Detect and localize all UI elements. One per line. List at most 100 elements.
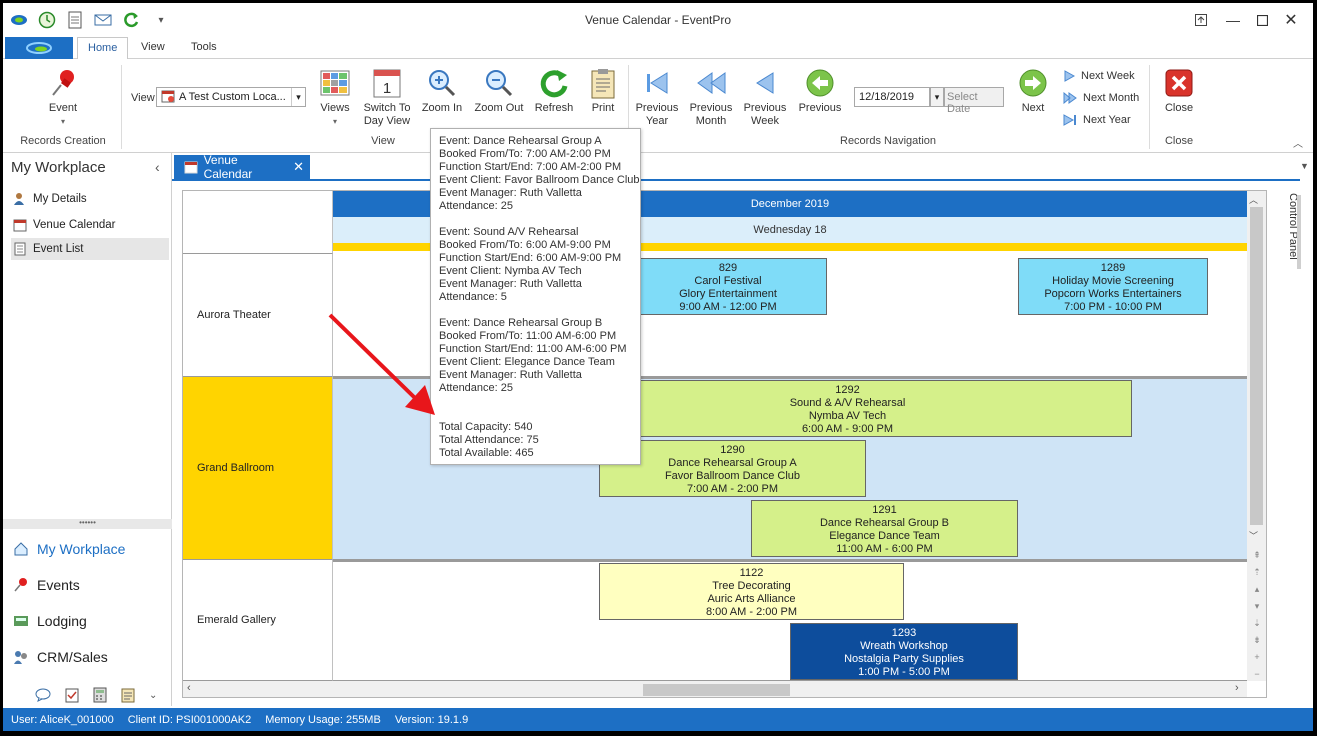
close-button[interactable]: Close <box>1159 67 1199 115</box>
event-time: 6:00 AM - 9:00 PM <box>801 423 894 435</box>
nav-label: Lodging <box>37 613 87 629</box>
event-name: Carol Festival <box>694 275 762 287</box>
app-window: ▾ Venue Calendar - EventPro — ✕ Home Vie… <box>3 3 1313 731</box>
event-block[interactable]: 1291 Dance Rehearsal Group B Elegance Da… <box>751 500 1018 557</box>
event-id: 829 <box>718 262 738 274</box>
date-input[interactable]: 12/18/2019 <box>854 87 930 107</box>
previous-label: Previous <box>798 102 842 114</box>
calculator-icon[interactable] <box>93 687 107 703</box>
calendar-tab-icon <box>184 161 198 174</box>
venue-calendar-grid: December 2019 Wednesday 18 Aurora Theate… <box>182 190 1267 698</box>
nav-my-workplace[interactable]: My Workplace <box>13 541 125 557</box>
nav-crm-sales[interactable]: CRM/Sales <box>13 649 108 665</box>
nav-lodging[interactable]: Lodging <box>13 613 87 629</box>
document-tab-venue-calendar[interactable]: Venue Calendar ✕ <box>174 153 310 181</box>
scroll-left-icon[interactable]: ‹ <box>187 682 191 694</box>
minimize-icon[interactable]: — <box>1219 9 1247 31</box>
file-menu-button[interactable] <box>5 37 73 59</box>
time-scale-controls[interactable]: ⇞ ⇡ ▴ ▾ ⇣ ⇟ + − <box>1251 547 1263 683</box>
back-triangle-icon <box>749 67 781 99</box>
scroll-up-icon[interactable]: ︿ <box>1249 193 1258 206</box>
more-chevron-icon[interactable]: ⌄ <box>149 690 157 701</box>
view-select-dropdown-icon[interactable]: ▾ <box>291 88 305 106</box>
venue-row-label: Aurora Theater <box>183 254 333 377</box>
event-block[interactable]: 1122 Tree Decorating Auric Arts Alliance… <box>599 563 904 620</box>
sidebar-bottom-icons: ⌄ <box>35 687 157 703</box>
next-week-button[interactable]: Next Week <box>1063 68 1135 84</box>
horizontal-scroll-thumb[interactable] <box>643 684 790 696</box>
sidebar-item-label: Venue Calendar <box>33 219 116 231</box>
notes-icon[interactable] <box>121 687 135 703</box>
switch-to-day-view-button[interactable]: 1 Switch To Day View <box>359 67 415 128</box>
view-select[interactable]: A Test Custom Loca... ▾ <box>156 87 306 107</box>
chat-bubble-icon[interactable] <box>35 688 51 702</box>
nav-events[interactable]: Events <box>13 577 80 593</box>
sidebar-item-venue-calendar[interactable]: Venue Calendar <box>11 214 169 236</box>
tab-home[interactable]: Home <box>77 37 129 60</box>
vertical-scroll-thumb[interactable] <box>1250 207 1263 525</box>
maximize-icon[interactable] <box>1248 9 1276 31</box>
refresh-button[interactable]: Refresh <box>531 67 577 115</box>
tab-list-dropdown-icon[interactable]: ▼ <box>1300 161 1309 171</box>
next-year-button[interactable]: Next Year <box>1063 112 1131 128</box>
scroll-right-icon[interactable]: › <box>1235 682 1239 694</box>
event-block[interactable]: 1293 Wreath Workshop Nostalgia Party Sup… <box>790 623 1018 680</box>
tooltip-line: Event Manager: Ruth Valletta <box>439 369 582 381</box>
control-panel-tab[interactable]: Control Panel <box>1277 193 1299 273</box>
previous-button[interactable]: Previous <box>797 67 843 115</box>
tooltip-line: Booked From/To: 11:00 AM-6:00 PM <box>439 330 617 342</box>
scroll-down-icon[interactable]: ﹀ <box>1249 529 1258 542</box>
event-block[interactable]: 829 Carol Festival Glory Entertainment 9… <box>629 258 827 315</box>
date-dropdown-icon[interactable]: ▾ <box>930 87 944 107</box>
next-month-button[interactable]: Next Month <box>1063 90 1139 106</box>
previous-week-button[interactable]: Previous Week <box>743 67 787 128</box>
zoom-out-button[interactable]: Zoom Out <box>471 67 527 115</box>
print-button[interactable]: Print <box>583 67 623 115</box>
tab-tools[interactable]: Tools <box>181 37 227 59</box>
next-button[interactable]: Next <box>1013 67 1053 115</box>
tab-view[interactable]: View <box>131 37 175 59</box>
event-client: Elegance Dance Team <box>829 530 940 542</box>
next-circle-icon <box>1017 67 1049 99</box>
crm-people-icon <box>14 651 27 664</box>
nav-label: CRM/Sales <box>37 649 108 665</box>
status-client: Client ID: PSI001000AK2 <box>127 713 252 726</box>
grid-views-icon <box>319 67 351 99</box>
event-button[interactable]: Event ▾ <box>43 67 83 128</box>
event-block[interactable]: 1289 Holiday Movie Screening Popcorn Wor… <box>1018 258 1208 315</box>
clipboard-check-icon[interactable] <box>65 687 79 703</box>
ribbon-tabs: Home View Tools <box>3 37 1313 60</box>
switch-label-2: Day View <box>363 115 411 127</box>
select-date-button[interactable]: Select Date <box>944 87 1004 115</box>
previous-circle-icon <box>804 67 836 99</box>
previous-year-label-2: Year <box>645 115 669 127</box>
control-panel-bar <box>1297 195 1301 269</box>
close-window-icon[interactable]: ✕ <box>1277 9 1305 31</box>
previous-month-button[interactable]: Previous Month <box>689 67 733 128</box>
event-client: Nymba AV Tech <box>808 410 887 422</box>
tooltip-line <box>439 304 632 317</box>
tab-underline <box>172 179 1300 181</box>
views-dropdown-icon: ▾ <box>332 117 337 126</box>
event-block[interactable]: 1292 Sound & A/V Rehearsal Nymba AV Tech… <box>563 380 1132 437</box>
tooltip-line: Event Client: Nymba AV Tech <box>439 265 582 277</box>
restore-ribbon-icon[interactable] <box>1187 9 1215 31</box>
nav-label: Events <box>37 577 80 593</box>
sidebar-item-my-details[interactable]: My Details <box>11 188 169 210</box>
tooltip-line: Attendance: 25 <box>439 200 514 212</box>
print-label: Print <box>591 102 615 114</box>
vertical-scrollbar[interactable]: ︿ ﹀ ⇞ ⇡ ▴ ▾ ⇣ ⇟ + − <box>1247 191 1266 681</box>
tooltip-line: Attendance: 5 <box>439 291 507 303</box>
views-button[interactable]: Views ▾ <box>315 67 355 128</box>
zoom-in-button[interactable]: Zoom In <box>419 67 465 115</box>
svg-text:1: 1 <box>383 80 391 97</box>
collapse-sidebar-icon[interactable]: ‹ <box>155 159 160 175</box>
previous-year-button[interactable]: Previous Year <box>635 67 679 128</box>
horizontal-scrollbar[interactable]: ‹ › <box>183 681 1247 697</box>
tooltip-line: Function Start/End: 7:00 AM-2:00 PM <box>439 161 622 173</box>
collapse-ribbon-icon[interactable]: ︿ <box>1293 135 1303 150</box>
sidebar-item-event-list[interactable]: Event List <box>11 238 169 260</box>
close-tab-icon[interactable]: ✕ <box>293 159 304 175</box>
sidebar-splitter[interactable]: •••••• <box>3 519 172 529</box>
event-client: Glory Entertainment <box>679 288 777 300</box>
